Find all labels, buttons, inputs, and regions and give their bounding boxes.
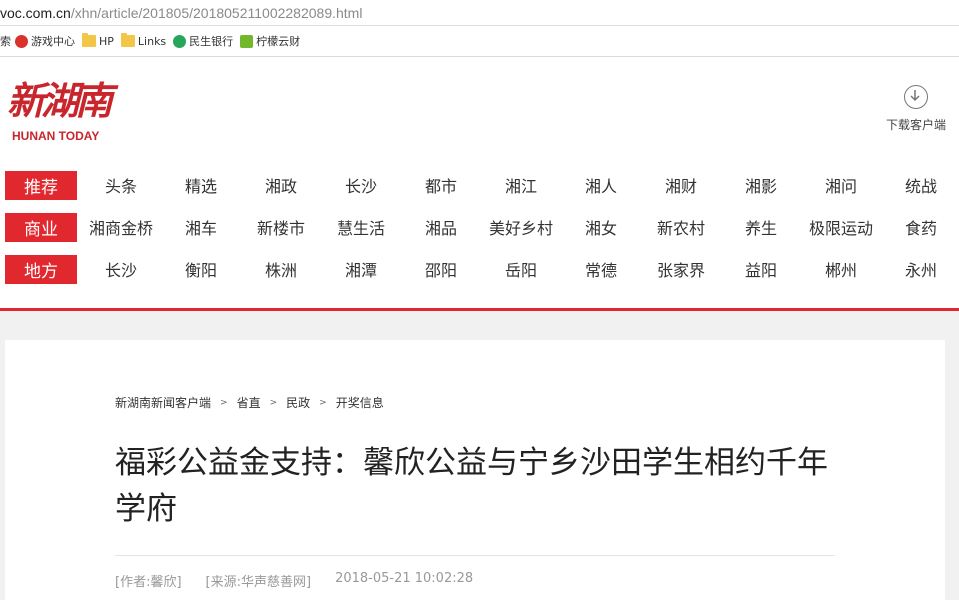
bookmark-label: 索 [0,35,11,48]
nav-item[interactable]: 永州 [881,257,959,281]
nav-item[interactable]: 湘潭 [321,257,401,281]
nav-item[interactable]: 食药 [881,215,959,239]
bookmarks-bar: 索 游戏中心 HP Links 民生银行 柠檬云财 [0,26,959,57]
header-divider [0,308,959,311]
bookmark-game-center[interactable]: 游戏中心 [15,33,75,49]
bookmark-label: HP [99,34,114,48]
download-app-button[interactable]: 下载客户端 [878,85,954,133]
bookmark-minsheng-bank[interactable]: 民生银行 [173,33,233,49]
nav-item[interactable]: 养生 [721,215,801,239]
article-datetime: 2018-05-21 10:02:28 [335,571,474,586]
nav-item[interactable]: 湘品 [401,215,481,239]
breadcrumb-item[interactable]: 民政 [286,394,310,411]
title-divider [115,555,835,556]
site-header: 新湖南 HUNAN TODAY 下载客户端 推荐 头条 精选 湘政 长沙 都市 … [0,57,959,311]
nav-item[interactable]: 湘商金桥 [81,215,161,239]
bookmark-label: Links [137,34,167,48]
nav-item[interactable]: 慧生活 [321,215,401,239]
nav-item[interactable]: 湘影 [721,173,801,197]
nav-row-business: 商业 湘商金桥 湘车 新楼市 慧生活 湘品 美好乡村 湘女 新农村 养生 极限运… [5,211,955,243]
url-path: /xhn/article/201805/201805211002282089.h… [70,4,363,21]
nav-item[interactable]: 郴州 [801,257,881,281]
bookmark-lemon-cloud[interactable]: 柠檬云财 [240,33,300,49]
nav-item[interactable]: 湘江 [481,173,561,197]
nav-row-recommend: 推荐 头条 精选 湘政 长沙 都市 湘江 湘人 湘财 湘影 湘问 统战 [5,169,955,201]
nav-category[interactable]: 商业 [5,212,77,242]
nav-item[interactable]: 湘女 [561,215,641,239]
nav-category[interactable]: 地方 [5,254,77,284]
bookmark-label: 柠檬云财 [256,35,301,48]
download-label: 下载客户端 [885,118,946,132]
nav-item[interactable]: 美好乡村 [481,215,561,239]
nav-item[interactable]: 湘问 [801,173,881,197]
bookmark-hp[interactable]: HP [82,33,114,48]
breadcrumb-item[interactable]: 省直 [237,394,261,411]
nav-item[interactable]: 益阳 [721,257,801,281]
nav-item[interactable]: 长沙 [81,257,161,281]
nav-item[interactable]: 极限运动 [801,215,881,239]
breadcrumb: 新湖南新闻客户端 > 省直 > 民政 > 开奖信息 [115,394,384,411]
bookmark-links[interactable]: Links [120,33,167,48]
nav-item[interactable]: 新楼市 [241,215,321,239]
lemon-icon [240,34,254,48]
nav-row-local: 地方 长沙 衡阳 株洲 湘潭 邵阳 岳阳 常德 张家界 益阳 郴州 永州 [5,253,955,285]
article-author: [作者:馨欣] [115,575,182,590]
nav-item[interactable]: 衡阳 [161,257,241,281]
game-center-icon [15,34,28,48]
folder-icon [120,33,135,47]
nav-item[interactable]: 都市 [401,173,481,197]
nav-item[interactable]: 统战 [881,173,959,197]
nav-item[interactable]: 常德 [561,257,641,281]
nav-category[interactable]: 推荐 [5,170,77,200]
breadcrumb-item[interactable]: 开奖信息 [336,394,384,411]
nav-item[interactable]: 张家界 [641,257,721,281]
nav-item[interactable]: 岳阳 [481,257,561,281]
breadcrumb-separator: > [269,397,278,408]
folder-icon [82,33,96,47]
nav-item[interactable]: 湘财 [641,173,721,197]
nav-item[interactable]: 湘车 [161,215,241,239]
nav-item[interactable]: 长沙 [321,173,401,197]
logo-text: 新湖南 [7,78,113,123]
bookmark-label: 游戏中心 [31,35,75,48]
nav-item[interactable]: 头条 [81,173,161,197]
logo-subtitle: HUNAN TODAY [12,129,100,143]
download-icon [904,85,928,109]
breadcrumb-separator: > [319,397,327,408]
nav-item[interactable]: 湘政 [241,173,321,197]
site-logo[interactable]: 新湖南 HUNAN TODAY [7,79,117,149]
article-source: [来源:华声慈善网] [205,575,312,590]
nav-item[interactable]: 精选 [161,173,241,197]
nav-item[interactable]: 株洲 [241,257,321,281]
nav-item[interactable]: 邵阳 [401,257,481,281]
breadcrumb-item[interactable]: 新湖南新闻客户端 [115,394,211,411]
url-host: voc.com.cn [0,4,71,21]
bank-icon [173,34,187,48]
address-bar[interactable]: voc.com.cn/xhn/article/201805/2018052110… [0,0,959,26]
bookmark-label: 民生银行 [189,35,234,48]
nav-item[interactable]: 湘人 [561,173,641,197]
article-card: 新湖南新闻客户端 > 省直 > 民政 > 开奖信息 福彩公益金支持：馨欣公益与宁… [5,340,945,600]
article-title: 福彩公益金支持：馨欣公益与宁乡沙田学生相约千年学府 [115,445,828,527]
article-meta: [作者:馨欣] [来源:华声慈善网] 2018-05-21 10:02:28 [115,571,497,590]
nav-item[interactable]: 新农村 [641,215,721,239]
bookmark-search-fragment[interactable]: 索 [0,33,11,49]
breadcrumb-separator: > [220,397,228,408]
